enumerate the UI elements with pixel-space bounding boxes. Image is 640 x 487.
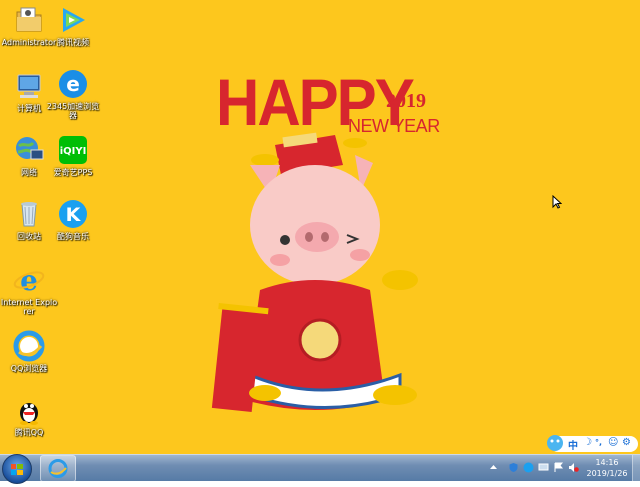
tray-expand-icon[interactable] [488, 462, 499, 473]
desktop-icon-internet-explorer[interactable]: e Internet Explorer [0, 264, 58, 316]
desktop-icon-label: 2345加速浏览器 [46, 102, 100, 120]
desktop-icon-tencent-video[interactable]: 腾讯视频 [44, 4, 102, 47]
network-tray-icon[interactable] [538, 462, 549, 473]
tencent-video-icon [63, 8, 85, 32]
action-center-flag-icon[interactable] [553, 462, 564, 473]
taskbar: 14:16 2019/1/26 [0, 454, 640, 484]
internet-explorer-icon: e [13, 264, 45, 296]
ime-language-bar[interactable]: 中 ☽ °, ☺ ⚙ [547, 435, 638, 452]
security-shield-icon[interactable] [508, 462, 519, 473]
skin-icon[interactable]: ☺ [608, 437, 618, 448]
taskbar-button-qq-browser[interactable] [40, 455, 76, 482]
clock-time: 14:16 [595, 458, 619, 467]
clock[interactable]: 14:16 2019/1/26 [584, 457, 630, 479]
show-desktop-button[interactable] [632, 455, 640, 481]
desktop-icon-label: Internet Explorer [0, 298, 58, 316]
punctuation-icon[interactable]: °, [595, 438, 602, 447]
pig-illustration [211, 132, 418, 413]
system-tray [488, 455, 588, 481]
kugou-music-icon: K [59, 200, 87, 228]
desktop-icon-kugou[interactable]: K 酷狗音乐 [44, 198, 102, 241]
network-icon [16, 137, 44, 160]
desktop[interactable]: Administrator 计算机 网络 回收站 e Internet Expl… [0, 0, 640, 454]
svg-text:e: e [66, 72, 80, 96]
volume-muted-icon[interactable] [568, 462, 579, 473]
half-width-icon[interactable]: ☽ [583, 437, 592, 448]
sogou-ime-icon[interactable] [546, 433, 564, 453]
desktop-icon-qq-browser[interactable]: QQ浏览器 [0, 330, 58, 373]
tencent-qq-icon [20, 403, 38, 425]
qq-browser-icon [13, 330, 45, 362]
desktop-icon-label: QQ浏览器 [10, 364, 48, 373]
browser-2345-icon: e [59, 70, 87, 98]
administrator-folder-icon [16, 7, 42, 32]
svg-text:iQIYI: iQIYI [60, 146, 87, 157]
svg-text:e: e [20, 264, 38, 296]
wallpaper-year: 2019 [386, 90, 426, 112]
desktop-icon-label: 腾讯视频 [57, 38, 89, 47]
svg-text:K: K [66, 204, 82, 226]
desktop-icon-label: 腾讯QQ [14, 428, 44, 437]
recycle-bin-icon [21, 202, 37, 227]
qq-browser-icon [48, 459, 68, 478]
kugou-tray-icon[interactable] [523, 462, 534, 473]
computer-icon [17, 74, 41, 98]
desktop-icon-label: 酷狗音乐 [57, 232, 89, 241]
iqiyi-icon: iQIYI [59, 136, 87, 164]
desktop-icon-label: 爱奇艺PPS [53, 168, 93, 177]
ime-settings-icon[interactable]: ⚙ [622, 437, 631, 448]
clock-date: 2019/1/26 [586, 469, 628, 478]
desktop-icon-tencent-qq[interactable]: 腾讯QQ [0, 394, 58, 437]
windows-logo-icon [11, 464, 23, 475]
desktop-icon-2345-browser[interactable]: e 2345加速浏览器 [44, 68, 102, 120]
desktop-icon-iqiyi[interactable]: iQIYI 爱奇艺PPS [44, 134, 102, 177]
mouse-cursor-icon [552, 195, 562, 209]
ime-mode-toggle[interactable]: 中 [568, 437, 578, 452]
